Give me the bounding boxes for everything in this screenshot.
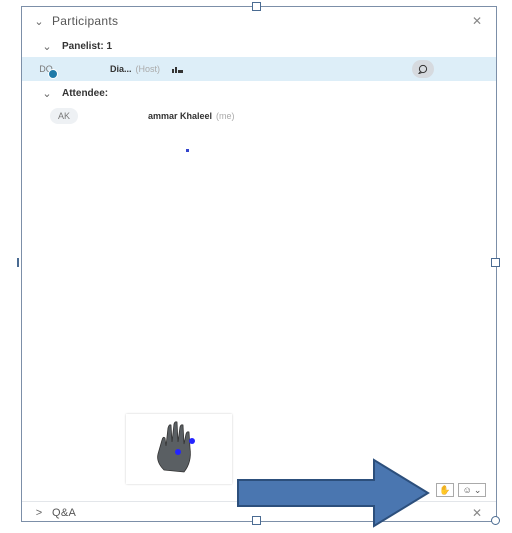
close-icon[interactable]: ✕: [472, 506, 482, 520]
resize-handle-top[interactable]: [252, 2, 261, 11]
chevron-down-icon[interactable]: ⌄: [40, 87, 54, 100]
chevron-right-icon[interactable]: >: [32, 507, 46, 519]
avatar: DO: [32, 61, 60, 79]
resize-handle-right[interactable]: [491, 258, 500, 267]
participant-role: (me): [216, 111, 235, 121]
raise-hand-graphic: [126, 414, 232, 484]
status-dot-icon: [48, 69, 58, 79]
participant-name: Dia...: [110, 64, 132, 74]
panelist-section-label: Panelist: 1: [62, 40, 113, 52]
resize-handle-left[interactable]: [17, 258, 19, 267]
audio-level-icon: [172, 60, 184, 78]
resize-handle-corner[interactable]: [491, 516, 500, 525]
raise-hand-button[interactable]: ✋: [436, 483, 454, 497]
close-icon[interactable]: ✕: [472, 14, 482, 28]
chevron-down-icon[interactable]: ⌄: [40, 40, 54, 53]
participants-header[interactable]: ⌄ Participants ✕: [22, 11, 496, 31]
attendee-section-header[interactable]: ⌄ Attendee:: [22, 84, 496, 102]
panelist-section-header[interactable]: ⌄ Panelist: 1: [22, 37, 496, 55]
panelist-row[interactable]: DO Dia... (Host): [22, 57, 496, 81]
attendee-row[interactable]: AK ammar Khaleel (me): [22, 105, 496, 127]
chat-bubble-icon[interactable]: [412, 60, 434, 78]
attendee-section-label: Attendee:: [62, 87, 109, 99]
reaction-dropdown[interactable]: ☺ ⌄: [458, 483, 486, 497]
emoji-icon: ☺: [462, 485, 472, 495]
chevron-down-icon[interactable]: ⌄: [32, 15, 46, 28]
hand-icon: ✋: [439, 484, 451, 495]
cursor-dot: [186, 149, 189, 152]
participants-panel: ⌄ Participants ✕ ⌄ Panelist: 1 DO Dia...…: [21, 6, 497, 522]
chevron-down-icon: ⌄: [473, 484, 482, 495]
avatar: AK: [50, 108, 78, 124]
qa-title: Q&A: [52, 507, 77, 519]
participant-role: (Host): [135, 64, 161, 74]
participants-title: Participants: [52, 14, 119, 28]
participant-name: ammar Khaleel: [148, 111, 213, 121]
avatar-initials: AK: [57, 111, 70, 121]
raise-hand-icon: [157, 421, 195, 473]
annotation-arrow-icon: [237, 458, 430, 528]
